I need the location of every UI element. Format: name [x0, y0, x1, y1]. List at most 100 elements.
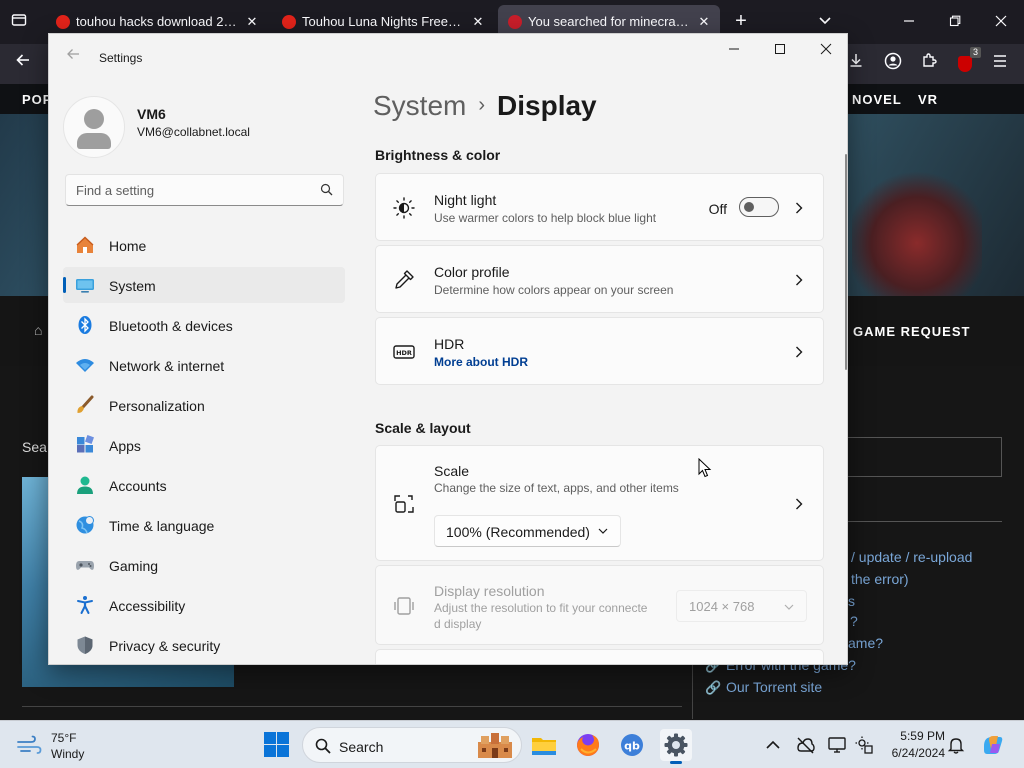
night-light-toggle[interactable] [739, 197, 779, 217]
nav-label: Accounts [109, 478, 167, 494]
extensions-icon[interactable] [917, 52, 941, 76]
nav-item-bluetooth[interactable]: Bluetooth & devices [63, 307, 345, 343]
settings-titlebar: Settings [49, 34, 847, 82]
color-profile-card[interactable]: Color profile Determine how colors appea… [375, 245, 824, 313]
night-light-sun-icon [393, 197, 415, 219]
browser-close-button[interactable] [989, 10, 1013, 34]
resolution-icon [394, 597, 414, 615]
site-link-torrent[interactable]: Our Torrent site [726, 679, 822, 695]
scale-card[interactable]: Scale Change the size of text, apps, and… [375, 445, 824, 561]
site-nav-novel[interactable]: NOVEL [852, 92, 902, 107]
hdr-title: HDR [434, 336, 465, 352]
site-favicon-icon [508, 15, 522, 29]
display-resolution-subtitle: Adjust the resolution to fit your connec… [434, 601, 648, 615]
taskbar-search-label: Search [339, 739, 384, 755]
user-profile[interactable]: VM6 VM6@collabnet.local [63, 96, 363, 158]
taskbar-clock[interactable]: 5:59 PM 6/24/2024 [877, 729, 945, 760]
taskbar-search-box[interactable]: Search [302, 727, 522, 763]
copilot-icon[interactable] [980, 732, 1006, 758]
display-resolution-card: Display resolution Adjust the resolution… [375, 565, 824, 645]
ublock-shield-icon[interactable]: 3 [953, 47, 981, 76]
site-search-label: Sea [22, 439, 47, 455]
new-tab-button[interactable]: + [730, 10, 752, 32]
chevron-right-icon [796, 498, 803, 510]
mouse-cursor-icon [698, 458, 712, 478]
nav-item-accessibility[interactable]: Accessibility [63, 587, 345, 623]
nav-item-time-language[interactable]: Time & language [63, 507, 345, 543]
site-link[interactable]: ame? [848, 635, 883, 651]
notification-bell-icon[interactable] [946, 735, 966, 755]
nav-item-home[interactable]: Home [63, 227, 345, 263]
network-disconnected-icon[interactable] [795, 735, 815, 755]
hdr-icon: HDR [393, 345, 415, 359]
nav-item-privacy[interactable]: Privacy & security [63, 627, 345, 663]
browser-minimize-button[interactable] [897, 10, 921, 34]
site-link[interactable]: the error) [851, 571, 909, 587]
active-app-indicator [670, 761, 682, 764]
chevron-down-icon [784, 604, 794, 610]
nav-label: Home [109, 238, 147, 254]
more-about-hdr-link[interactable]: More about HDR [434, 355, 528, 369]
site-home-icon[interactable]: ⌂ [34, 322, 42, 338]
browser-restore-button[interactable] [943, 10, 967, 34]
settings-gear-icon[interactable] [660, 729, 692, 764]
section-heading-scale-layout: Scale & layout [375, 420, 471, 436]
next-setting-card[interactable] [375, 649, 824, 664]
nav-item-system[interactable]: System [63, 267, 345, 303]
hamburger-menu-icon[interactable] [988, 52, 1012, 76]
brightness-icon[interactable] [854, 735, 874, 755]
resolution-dropdown-value: 1024 × 768 [689, 599, 755, 614]
scale-subtitle: Change the size of text, apps, and other… [434, 481, 679, 495]
settings-close-button[interactable] [810, 39, 842, 61]
settings-maximize-button[interactable] [764, 39, 796, 61]
display-icon[interactable] [827, 735, 847, 755]
file-explorer-icon[interactable] [528, 729, 560, 761]
scale-title: Scale [434, 463, 470, 479]
nav-item-network[interactable]: Network & internet [63, 347, 345, 383]
search-icon [320, 183, 333, 196]
settings-back-icon[interactable] [63, 47, 83, 67]
firefox-icon[interactable] [572, 729, 604, 761]
svg-text:qb: qb [624, 740, 640, 753]
site-divider [848, 521, 1002, 522]
tray-overflow-chevron-icon[interactable] [763, 735, 783, 755]
avatar [63, 96, 125, 158]
selection-indicator [63, 277, 66, 293]
nav-item-gaming[interactable]: Gaming [63, 547, 345, 583]
site-menu-game-request[interactable]: GAME REQUEST [853, 324, 970, 339]
back-arrow-icon[interactable] [11, 52, 35, 76]
breadcrumb-system[interactable]: System [373, 90, 466, 121]
search-icon [315, 738, 331, 754]
tab-list-chevron-icon[interactable] [815, 12, 835, 32]
site-divider [22, 706, 682, 707]
nav-label: Accessibility [109, 598, 186, 614]
system-icon [76, 279, 94, 293]
profile-name: VM6 [137, 106, 166, 122]
site-link[interactable]: / update / re-upload [851, 549, 972, 565]
hdr-card[interactable]: HDR HDR More about HDR [375, 317, 824, 385]
profile-email: VM6@collabnet.local [137, 125, 250, 139]
settings-minimize-button[interactable] [718, 39, 750, 61]
qbittorrent-icon[interactable]: qb [616, 729, 648, 761]
windows-start-icon[interactable] [264, 732, 290, 758]
nav-item-accounts[interactable]: Accounts [63, 467, 345, 503]
site-link[interactable]: ? [850, 613, 858, 629]
night-light-card[interactable]: Night light Use warmer colors to help bl… [375, 173, 824, 241]
scale-dropdown-value: 100% (Recommended) [446, 524, 590, 540]
site-search-box[interactable] [840, 437, 1002, 477]
weather-widget[interactable]: 75°F Windy [14, 729, 124, 761]
find-setting-box [65, 174, 344, 206]
settings-scrollbar[interactable] [845, 154, 847, 370]
nav-item-personalization[interactable]: Personalization [63, 387, 345, 423]
tab-overview-icon[interactable] [9, 12, 29, 32]
banner-character-image [852, 164, 982, 296]
chevron-down-icon [598, 528, 608, 534]
breadcrumb: System › Display [373, 90, 597, 130]
scale-dropdown[interactable]: 100% (Recommended) [434, 515, 621, 547]
nav-item-apps[interactable]: Apps [63, 427, 345, 463]
site-nav-vr[interactable]: VR [918, 92, 938, 107]
site-link[interactable]: s [848, 593, 855, 609]
find-setting-input[interactable] [66, 175, 306, 205]
account-icon[interactable] [881, 52, 905, 76]
nav-label: Network & internet [109, 358, 225, 374]
